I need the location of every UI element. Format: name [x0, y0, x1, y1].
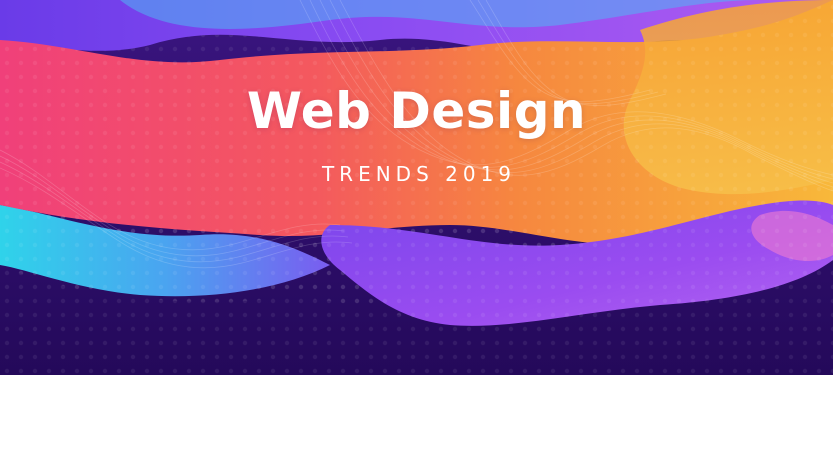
- hero-banner: Web Design TRENDS 2019: [0, 0, 833, 375]
- banner-title: Web Design: [246, 82, 587, 140]
- blank-area: [0, 375, 833, 469]
- banner-subtitle: TRENDS 2019: [321, 162, 517, 186]
- abstract-wave-artwork: [0, 0, 833, 375]
